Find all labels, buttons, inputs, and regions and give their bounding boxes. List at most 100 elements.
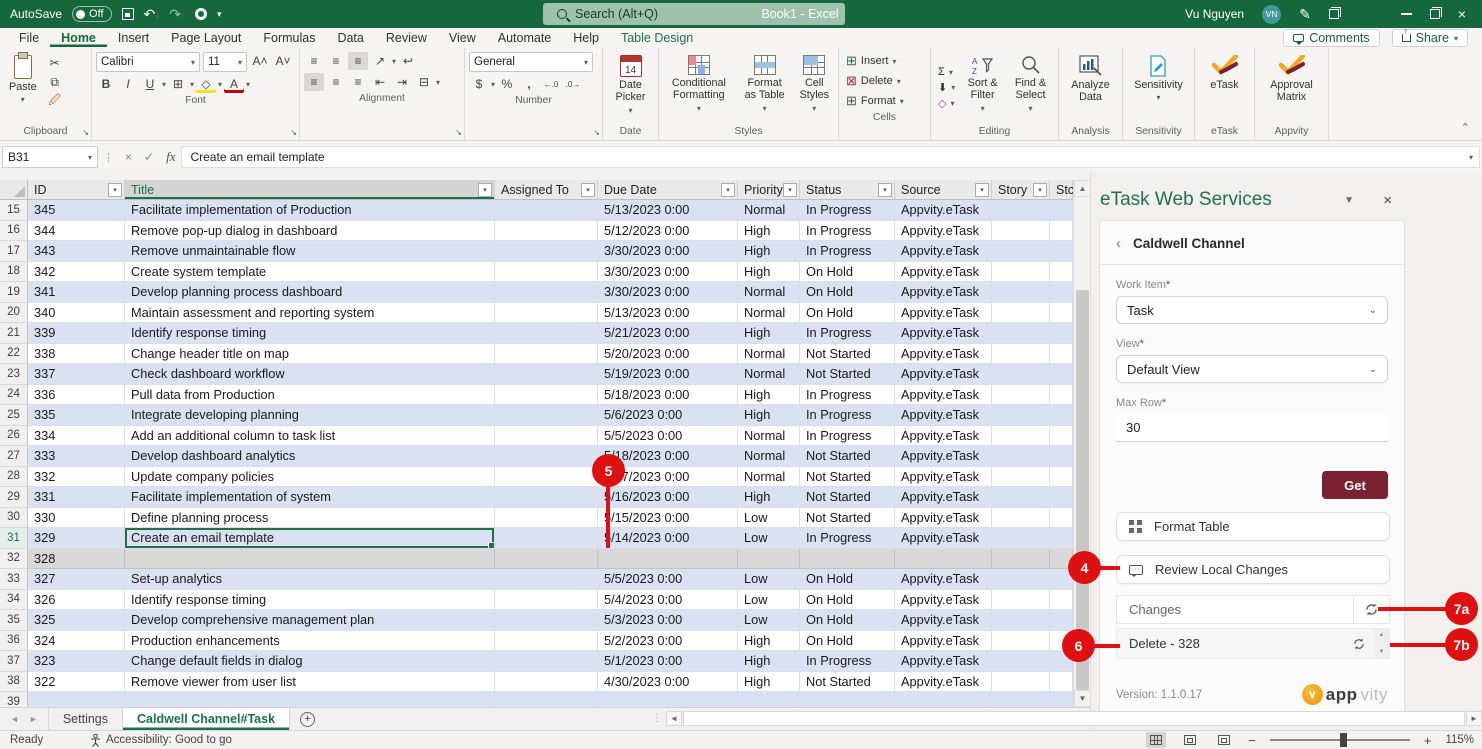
cell[interactable]: [598, 549, 738, 570]
percent-icon[interactable]: %: [497, 75, 517, 93]
row-header[interactable]: 18: [0, 262, 28, 283]
row-header[interactable]: 26: [0, 426, 28, 447]
insert-cells-button[interactable]: ⊞Insert▾: [843, 52, 926, 70]
cell[interactable]: 5/18/2023 0:00: [598, 385, 738, 406]
cell[interactable]: Normal: [738, 364, 800, 385]
column-header-stc[interactable]: Stc: [1050, 180, 1073, 200]
cell[interactable]: In Progress: [800, 651, 895, 672]
increase-font-icon[interactable]: A˄: [250, 52, 270, 70]
ribbon-tab-file[interactable]: File: [8, 29, 50, 47]
row-header[interactable]: 35: [0, 610, 28, 631]
cell[interactable]: Appvity.eTask: [895, 344, 992, 365]
cell[interactable]: [1050, 467, 1073, 488]
restore-button[interactable]: [1430, 9, 1440, 19]
cell[interactable]: [992, 344, 1050, 365]
cell[interactable]: 5/15/2023 0:00: [598, 508, 738, 529]
sheet-tab-caldwell-channel-task[interactable]: Caldwell Channel#Task: [123, 708, 290, 730]
cell[interactable]: 323: [28, 651, 125, 672]
format-painter-icon[interactable]: 🖉: [45, 92, 65, 110]
cell[interactable]: [495, 200, 598, 221]
cell[interactable]: [495, 487, 598, 508]
row-header[interactable]: 36: [0, 631, 28, 652]
cell[interactable]: 337: [28, 364, 125, 385]
row-header[interactable]: 34: [0, 590, 28, 611]
row-header[interactable]: 39: [0, 692, 28, 707]
cell[interactable]: 341: [28, 282, 125, 303]
back-chevron-icon[interactable]: ‹: [1116, 235, 1121, 252]
column-header-status[interactable]: Status▾: [800, 180, 895, 200]
align-middle-icon[interactable]: ≡: [326, 52, 346, 70]
zoom-level[interactable]: 115%: [1445, 734, 1474, 746]
row-header[interactable]: 21: [0, 323, 28, 344]
cell[interactable]: Remove viewer from user list: [125, 672, 495, 693]
cell[interactable]: Maintain assessment and reporting system: [125, 303, 495, 324]
cell[interactable]: [992, 200, 1050, 221]
cell[interactable]: 5/3/2023 0:00: [598, 610, 738, 631]
cell[interactable]: [992, 549, 1050, 570]
row-header[interactable]: 22: [0, 344, 28, 365]
merge-center-icon[interactable]: ⊟: [414, 73, 434, 91]
cell[interactable]: 326: [28, 590, 125, 611]
row-header[interactable]: 17: [0, 241, 28, 262]
cell[interactable]: [125, 692, 495, 707]
cell[interactable]: Facilitate implementation of Production: [125, 200, 495, 221]
pane-options-caret-icon[interactable]: ▼: [1344, 195, 1354, 206]
filter-dropdown-icon[interactable]: ▾: [721, 183, 735, 197]
review-local-changes-button[interactable]: ··· Review Local Changes: [1116, 555, 1390, 584]
cell[interactable]: Appvity.eTask: [895, 364, 992, 385]
etask-button[interactable]: eTask: [1205, 52, 1243, 124]
currency-icon[interactable]: $: [469, 75, 489, 93]
cell[interactable]: [992, 385, 1050, 406]
confirm-entry-icon[interactable]: ✓: [138, 150, 160, 164]
ribbon-tab-table-design[interactable]: Table Design: [610, 29, 704, 47]
cell[interactable]: [495, 651, 598, 672]
row-header[interactable]: 19: [0, 282, 28, 303]
cell[interactable]: [495, 385, 598, 406]
cell[interactable]: Not Started: [800, 344, 895, 365]
cell[interactable]: [1050, 385, 1073, 406]
cell[interactable]: Create an email template: [125, 528, 495, 549]
cell[interactable]: [1050, 405, 1073, 426]
sheet-tab-settings[interactable]: Settings: [49, 708, 123, 730]
cell[interactable]: [495, 221, 598, 242]
clear-icon[interactable]: ◇ ▾: [935, 96, 958, 111]
cell[interactable]: High: [738, 323, 800, 344]
fill-color-icon[interactable]: ◇: [196, 75, 216, 93]
cell[interactable]: [992, 610, 1050, 631]
filter-dropdown-icon[interactable]: ▾: [581, 183, 595, 197]
undo-icon[interactable]: ↶▾: [144, 7, 160, 21]
ribbon-tab-insert[interactable]: Insert: [107, 29, 160, 47]
change-item-refresh-button[interactable]: [1344, 637, 1374, 651]
cell[interactable]: [1050, 344, 1073, 365]
cut-icon[interactable]: ✂: [45, 54, 65, 72]
cell[interactable]: [495, 590, 598, 611]
cell[interactable]: [495, 282, 598, 303]
format-as-table-button[interactable]: Format as Table▾: [738, 52, 792, 124]
cell[interactable]: [1050, 282, 1073, 303]
cell[interactable]: [495, 241, 598, 262]
cell[interactable]: Appvity.eTask: [895, 631, 992, 652]
cell[interactable]: Appvity.eTask: [895, 487, 992, 508]
font-size-combo[interactable]: 11▾: [203, 52, 247, 72]
filter-dropdown-icon[interactable]: ▾: [108, 183, 122, 197]
cell[interactable]: Remove unmaintainable flow: [125, 241, 495, 262]
spin-up-icon[interactable]: ▲: [1379, 632, 1385, 638]
ribbon-tab-help[interactable]: Help: [562, 29, 610, 47]
cell[interactable]: Normal: [738, 344, 800, 365]
cell[interactable]: [1050, 200, 1073, 221]
cell[interactable]: In Progress: [800, 426, 895, 447]
ribbon-tab-home[interactable]: Home: [50, 29, 107, 47]
underline-button[interactable]: U: [140, 75, 160, 93]
cell[interactable]: [992, 405, 1050, 426]
autosum-icon[interactable]: Σ ▾: [935, 65, 958, 79]
italic-button[interactable]: I: [118, 75, 138, 93]
cell[interactable]: 324: [28, 631, 125, 652]
cell[interactable]: In Progress: [800, 385, 895, 406]
cell[interactable]: Not Started: [800, 364, 895, 385]
wrap-text-icon[interactable]: ↩: [398, 52, 418, 70]
hscroll-track[interactable]: [683, 711, 1465, 726]
cancel-entry-icon[interactable]: ×: [119, 150, 138, 164]
cell[interactable]: 4/30/2023 0:00: [598, 672, 738, 693]
cell[interactable]: 5/1/2023 0:00: [598, 651, 738, 672]
filter-dropdown-icon[interactable]: ▾: [783, 183, 797, 197]
